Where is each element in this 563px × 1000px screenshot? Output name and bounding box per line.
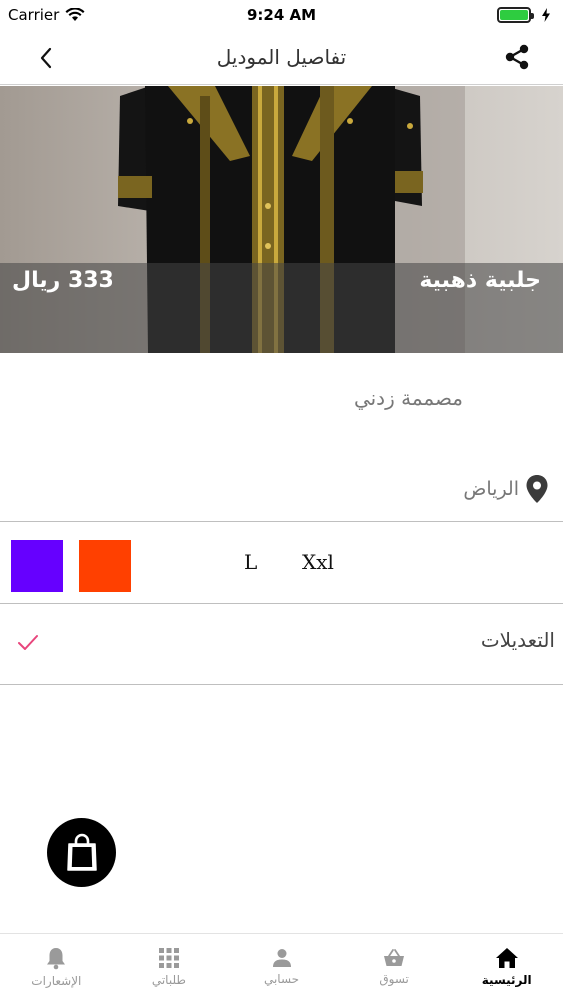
tab-home[interactable]: الرئيسية — [450, 934, 563, 1000]
map-pin-icon — [526, 475, 548, 503]
divider-bottom — [0, 684, 563, 685]
product-image[interactable]: جلبية ذهبية 333 ريال — [0, 86, 563, 353]
tab-account[interactable]: حسابي — [225, 934, 338, 1000]
size-option-l[interactable]: L — [244, 550, 257, 574]
shopping-bag-icon — [66, 833, 97, 871]
chevron-left-icon — [40, 47, 52, 69]
charging-icon — [542, 8, 550, 22]
size-option-xxl[interactable]: Xxl — [302, 550, 334, 574]
nav-bar: تفاصيل الموديل — [0, 30, 563, 85]
basket-icon — [384, 949, 405, 966]
location: الرياض — [463, 474, 549, 504]
home-icon — [495, 948, 518, 968]
color-swatch-purple[interactable] — [11, 540, 63, 592]
share-button[interactable] — [501, 41, 533, 73]
tab-notifications[interactable]: الإشعارات — [0, 934, 113, 1000]
share-icon — [505, 44, 529, 70]
wifi-icon — [65, 8, 85, 21]
location-label: الرياض — [463, 478, 519, 500]
color-swatch-orange[interactable] — [79, 540, 131, 592]
cart-button[interactable] — [47, 818, 116, 887]
bell-icon — [47, 948, 66, 970]
person-icon — [272, 949, 291, 967]
tab-label-account: حسابي — [263, 972, 300, 986]
tab-label-home: الرئيسية — [481, 973, 532, 987]
divider-top — [0, 521, 563, 522]
check-icon — [18, 635, 38, 650]
status-left: Carrier — [8, 6, 85, 24]
product-name: جلبية ذهبية — [419, 268, 541, 293]
tab-orders[interactable]: طلباتي — [113, 934, 226, 1000]
tab-label-orders: طلباتي — [151, 973, 186, 987]
page-title: تفاصيل الموديل — [216, 45, 347, 69]
battery-icon — [497, 7, 534, 23]
tab-label-notifications: الإشعارات — [31, 974, 82, 988]
status-bar: Carrier 9:24 AM — [0, 0, 563, 30]
carrier-label: Carrier — [8, 6, 60, 24]
back-button[interactable] — [30, 42, 62, 74]
grid-icon — [158, 948, 179, 968]
designer-name[interactable]: مصممة زدني — [354, 386, 463, 410]
divider-middle — [0, 603, 563, 604]
status-right — [497, 7, 551, 23]
tab-shop[interactable]: تسوق — [338, 934, 451, 1000]
product-price: 333 ريال — [12, 268, 114, 293]
tab-bar: الرئيسية تسوق حسابي طلباتي الإشعارات — [0, 933, 563, 1000]
tab-label-shop: تسوق — [379, 972, 409, 986]
modifications-label[interactable]: التعديلات — [481, 628, 555, 652]
